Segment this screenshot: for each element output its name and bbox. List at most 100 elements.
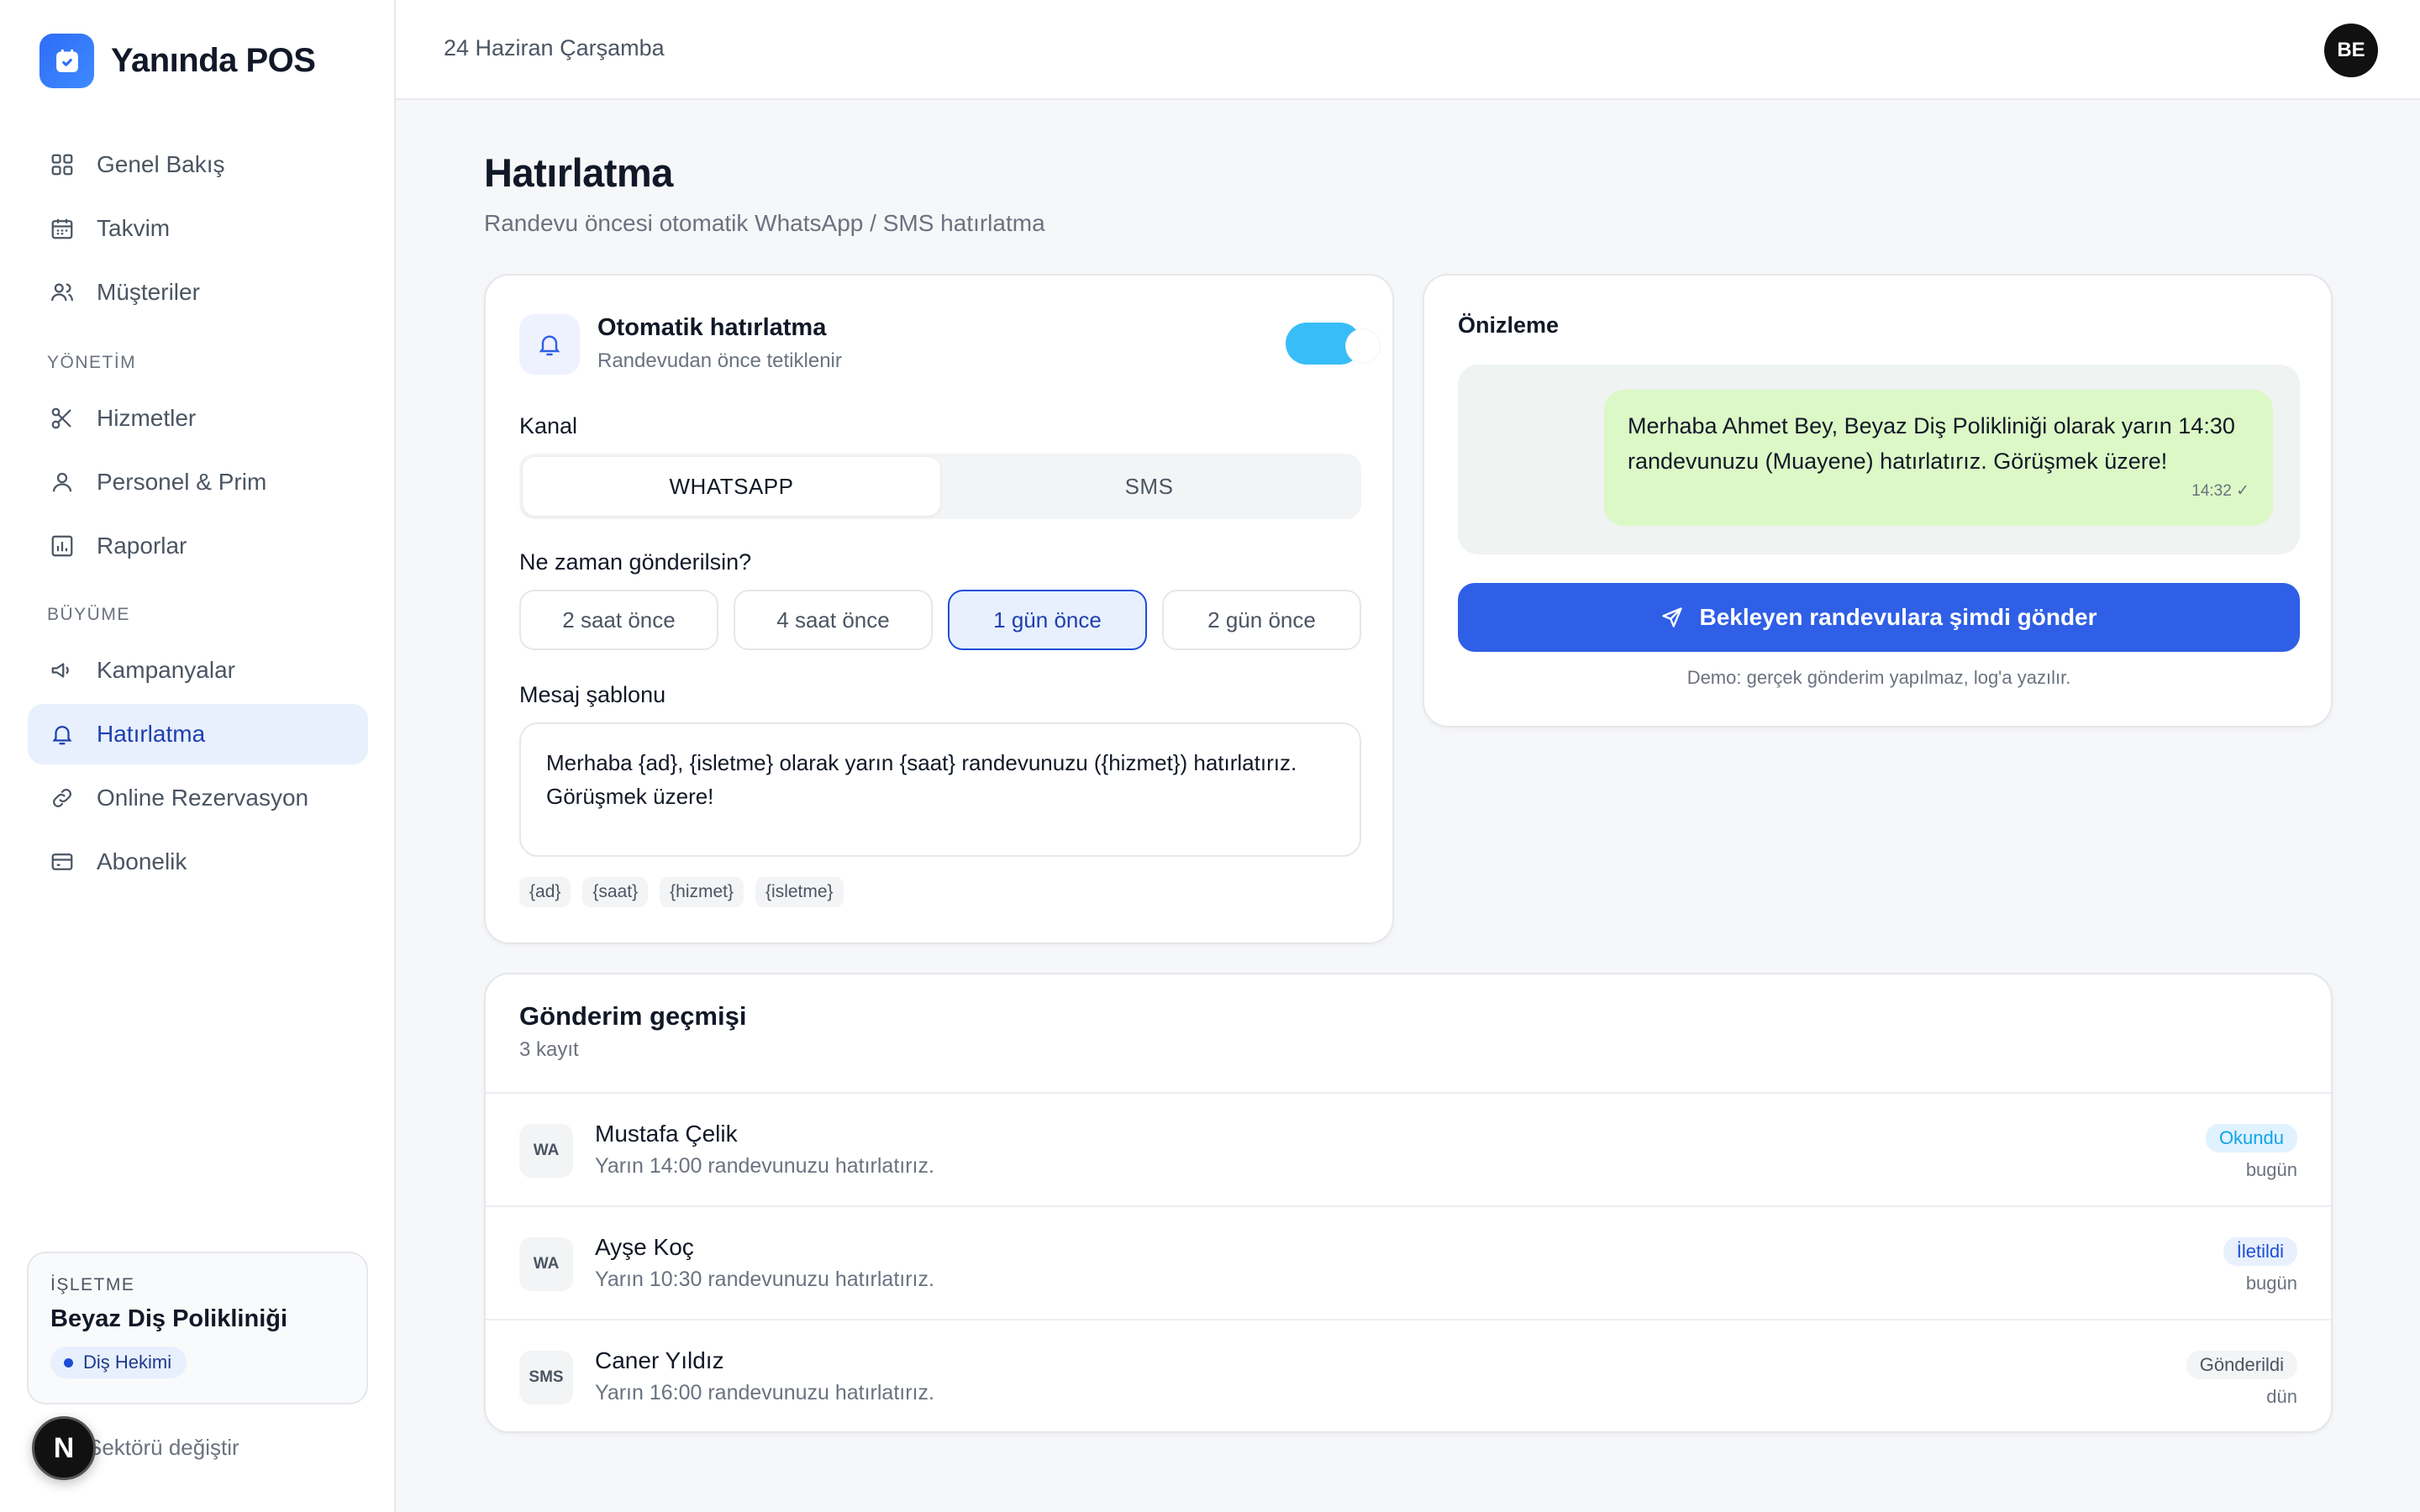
- user-icon: [48, 468, 76, 496]
- calendar-check-icon: [39, 34, 94, 88]
- placeholder-chips: {ad} {saat} {hizmet} {isletme}: [519, 877, 844, 907]
- sidebar-item-staff[interactable]: Personel & Prim: [28, 452, 368, 512]
- timing-1d[interactable]: 1 gün önce: [948, 590, 1147, 650]
- nav-section-management: YÖNETİM: [47, 353, 137, 372]
- preview-card: Önizleme Merhaba Ahmet Bey, Beyaz Diş Po…: [1423, 274, 2333, 727]
- scissors-icon: [48, 404, 76, 433]
- history-title: Gönderim geçmişi: [519, 1001, 747, 1031]
- sidebar-item-label: Genel Bakış: [97, 151, 225, 177]
- bell-icon: [48, 720, 76, 748]
- preview-message: Merhaba Ahmet Bey, Beyaz Diş Polikliniği…: [1628, 413, 2235, 474]
- template-label: Mesaj şablonu: [519, 682, 666, 707]
- history-count: 3 kayıt: [519, 1038, 579, 1061]
- sidebar-item-calendar[interactable]: Takvim: [28, 198, 368, 259]
- sidebar-item-label: Raporlar: [97, 533, 187, 559]
- status-badge: Okundu: [2205, 1124, 2297, 1152]
- sidebar-item-online-booking[interactable]: Online Rezervasyon: [28, 768, 368, 828]
- message-time: 14:32 ✓: [2191, 482, 2249, 500]
- sent-time: bugün: [2245, 1273, 2297, 1294]
- sidebar-item-customers[interactable]: Müşteriler: [28, 262, 368, 323]
- timing-2h[interactable]: 2 saat önce: [519, 590, 718, 650]
- message-template-input[interactable]: Merhaba {ad}, {isletme} olarak yarın {sa…: [519, 722, 1361, 857]
- reminder-settings-card: Otomatik hatırlatma Randevudan önce teti…: [484, 274, 1394, 944]
- current-date: 24 Haziran Çarşamba: [444, 35, 665, 60]
- brand[interactable]: Yanında POS: [39, 34, 316, 88]
- table-row[interactable]: WA Ayşe Koç Yarın 10:30 randevunuzu hatı…: [486, 1205, 2331, 1319]
- bell-icon: [519, 314, 580, 375]
- status-badge: Gönderildi: [2186, 1351, 2297, 1379]
- sidebar-item-label: Personel & Prim: [97, 469, 267, 495]
- sidebar-item-label: Online Rezervasyon: [97, 785, 309, 811]
- auto-reminder-title: Otomatik hatırlatma: [597, 314, 827, 341]
- chip-hizmet[interactable]: {hizmet}: [660, 877, 744, 907]
- table-row[interactable]: SMS Caner Yıldız Yarın 16:00 randevunuzu…: [486, 1319, 2331, 1432]
- sidebar-item-campaigns[interactable]: Kampanyalar: [28, 640, 368, 701]
- customer-name: Caner Yıldız: [595, 1347, 724, 1373]
- sidebar-item-label: Takvim: [97, 215, 171, 241]
- chat-preview: Merhaba Ahmet Bey, Beyaz Diş Polikliniği…: [1458, 365, 2300, 554]
- users-icon: [48, 278, 76, 307]
- sector-badge-label: Diş Hekimi: [83, 1352, 172, 1373]
- channel-whatsapp[interactable]: WHATSAPP: [523, 457, 940, 516]
- timing-2d[interactable]: 2 gün önce: [1162, 590, 1361, 650]
- chip-isletme[interactable]: {isletme}: [755, 877, 844, 907]
- sidebar: Yanında POS Genel Bakış Takvim Müşterile…: [0, 0, 396, 1512]
- timing-options: 2 saat önce 4 saat önce 1 gün önce 2 gün…: [519, 590, 1361, 650]
- sent-time: bugün: [2245, 1159, 2297, 1180]
- link-icon: [48, 784, 76, 812]
- calendar-icon: [48, 214, 76, 243]
- bar-chart-icon: [48, 532, 76, 560]
- change-sector-link[interactable]: Sektörü değiştir: [87, 1435, 239, 1461]
- channel-badge: WA: [519, 1237, 573, 1291]
- channel-sms[interactable]: SMS: [940, 457, 1358, 516]
- nav-main: Genel Bakış Takvim Müşteriler: [28, 134, 368, 326]
- message-snippet: Yarın 10:30 randevunuzu hatırlatırız.: [595, 1268, 934, 1291]
- business-name: Beyaz Diş Polikliniği: [50, 1305, 288, 1332]
- table-row[interactable]: WA Mustafa Çelik Yarın 14:00 randevunuzu…: [486, 1092, 2331, 1205]
- page-title: Hatırlatma: [484, 150, 673, 195]
- sidebar-item-overview[interactable]: Genel Bakış: [28, 134, 368, 195]
- nextjs-badge[interactable]: N: [32, 1416, 96, 1480]
- customer-name: Ayşe Koç: [595, 1234, 694, 1260]
- send-now-button[interactable]: Bekleyen randevulara şimdi gönder: [1458, 583, 2300, 652]
- send-history-card: Gönderim geçmişi 3 kayıt WA Mustafa Çeli…: [484, 973, 2333, 1433]
- timing-4h[interactable]: 4 saat önce: [734, 590, 933, 650]
- channel-selector: WHATSAPP SMS: [519, 454, 1361, 519]
- sidebar-item-reports[interactable]: Raporlar: [28, 516, 368, 576]
- history-list: WA Mustafa Çelik Yarın 14:00 randevunuzu…: [486, 1092, 2331, 1432]
- sidebar-item-label: Abonelik: [97, 848, 187, 874]
- nav-management: Hizmetler Personel & Prim Raporlar: [28, 388, 368, 580]
- topbar: 24 Haziran Çarşamba BE: [396, 0, 2420, 100]
- page-subtitle: Randevu öncesi otomatik WhatsApp / SMS h…: [484, 210, 1045, 236]
- status-badge: İletildi: [2223, 1237, 2297, 1266]
- nav-section-growth: BÜYÜME: [47, 605, 130, 624]
- message-snippet: Yarın 14:00 randevunuzu hatırlatırız.: [595, 1154, 934, 1178]
- business-label: İŞLETME: [50, 1275, 135, 1294]
- grid-icon: [48, 150, 76, 179]
- channel-badge: WA: [519, 1124, 573, 1178]
- business-card: İŞLETME Beyaz Diş Polikliniği Diş Hekimi: [27, 1252, 368, 1404]
- sidebar-item-subscription[interactable]: Abonelik: [28, 832, 368, 892]
- message-snippet: Yarın 16:00 randevunuzu hatırlatırız.: [595, 1381, 934, 1404]
- sidebar-item-label: Hatırlatma: [97, 721, 206, 747]
- channel-badge: SMS: [519, 1351, 573, 1404]
- nav-growth: Kampanyalar Hatırlatma Online Rezervasyo…: [28, 640, 368, 895]
- toggle-knob: [1346, 329, 1380, 363]
- chip-ad[interactable]: {ad}: [519, 877, 571, 907]
- sidebar-item-label: Hizmetler: [97, 405, 197, 431]
- preview-title: Önizleme: [1458, 312, 1560, 338]
- sent-time: dün: [2266, 1386, 2297, 1407]
- customer-name: Mustafa Çelik: [595, 1121, 738, 1147]
- chip-saat[interactable]: {saat}: [582, 877, 649, 907]
- avatar[interactable]: BE: [2324, 24, 2378, 77]
- credit-card-icon: [48, 848, 76, 876]
- send-now-label: Bekleyen randevulara şimdi gönder: [1699, 604, 2097, 630]
- brand-name: Yanında POS: [111, 42, 316, 79]
- sidebar-item-label: Kampanyalar: [97, 657, 235, 683]
- message-bubble: Merhaba Ahmet Bey, Beyaz Diş Polikliniği…: [1604, 390, 2273, 526]
- sidebar-item-services[interactable]: Hizmetler: [28, 388, 368, 449]
- sidebar-item-reminders[interactable]: Hatırlatma: [28, 704, 368, 764]
- auto-reminder-subtitle: Randevudan önce tetiklenir: [597, 349, 842, 372]
- sector-badge: Diş Hekimi: [50, 1347, 187, 1378]
- timing-label: Ne zaman gönderilsin?: [519, 549, 752, 575]
